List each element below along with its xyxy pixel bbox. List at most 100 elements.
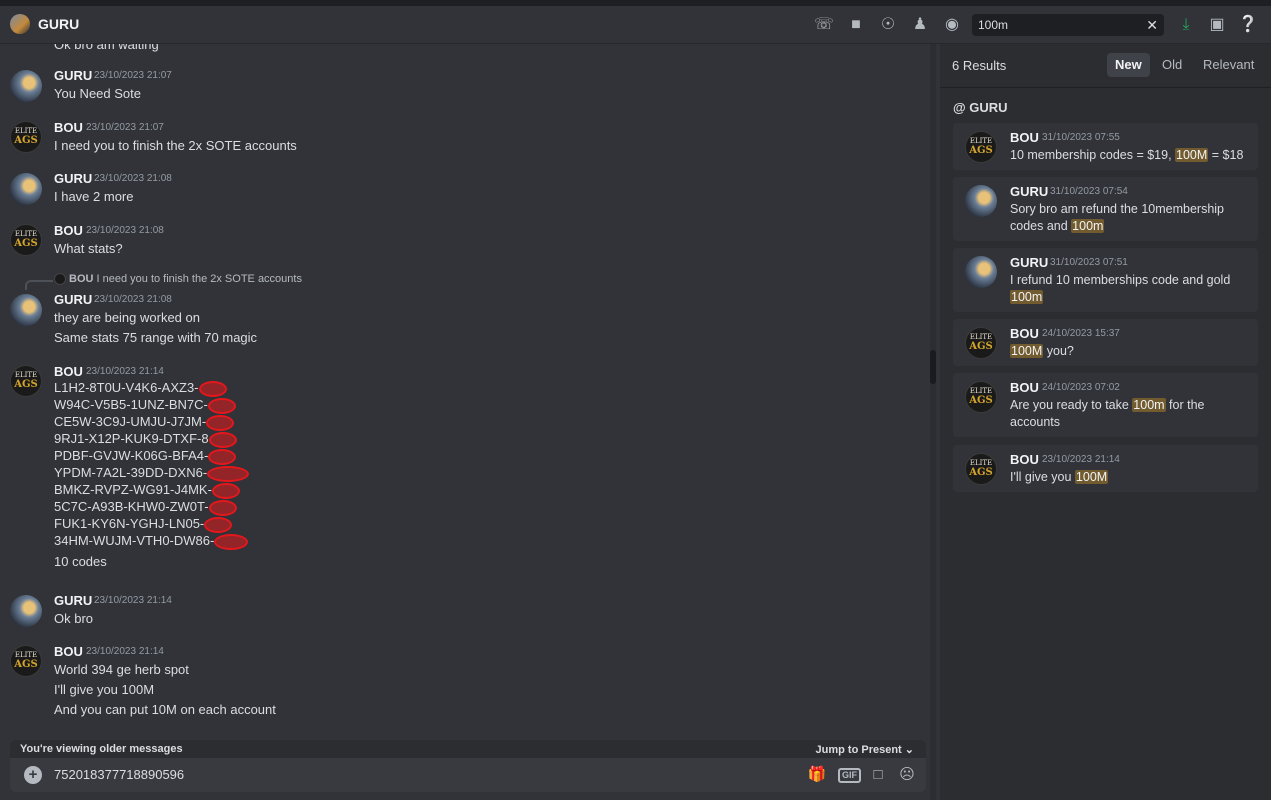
search-result[interactable]: ELITE AGS BOU 23/10/2023 21:14 I'll give… bbox=[953, 445, 1258, 492]
code-text: PDBF-GVJW-K06G-BFA4- bbox=[54, 448, 209, 463]
avatar-text: AGS bbox=[14, 659, 38, 670]
avatar-text: ELITE bbox=[14, 371, 38, 379]
avatar-text: ELITE bbox=[969, 387, 993, 395]
avatar: ELITE AGS bbox=[965, 453, 997, 485]
reply-preview[interactable]: BOU I need you to finish the 2x SOTE acc… bbox=[54, 273, 302, 286]
gif-button[interactable]: GIF bbox=[838, 768, 861, 783]
message-text: they are being worked on bbox=[54, 310, 200, 325]
text-part: I refund 10 memberships code and gold bbox=[1010, 273, 1231, 287]
avatar-text: ELITE bbox=[969, 333, 993, 341]
message-text: I'll give you 100M bbox=[54, 682, 155, 697]
message-author[interactable]: GURU bbox=[54, 292, 92, 307]
result-text: I'll give you 100M bbox=[1010, 469, 1250, 486]
message-timestamp: 23/10/2023 21:07 bbox=[94, 70, 172, 81]
avatar-text: AGS bbox=[969, 395, 993, 406]
sort-tab-old[interactable]: Old bbox=[1154, 53, 1190, 77]
chat-scrollbar[interactable] bbox=[930, 44, 936, 800]
search-value: 100m bbox=[978, 18, 1009, 32]
add-friend-icon[interactable]: ♟ bbox=[910, 15, 930, 35]
redaction-mark bbox=[208, 448, 237, 465]
avatar-text: AGS bbox=[14, 135, 38, 146]
result-author: GURU bbox=[1010, 255, 1049, 270]
download-icon[interactable]: ⤓ bbox=[1176, 15, 1196, 35]
message-list: Ok bro am waiting GURU 23/10/2023 21:07 … bbox=[0, 44, 930, 740]
avatar: ELITE AGS bbox=[965, 381, 997, 413]
search-input[interactable]: 100m ✕ bbox=[972, 14, 1164, 36]
pin-icon[interactable]: ☉ bbox=[878, 15, 898, 35]
reply-text: I need you to finish the 2x SOTE account… bbox=[96, 273, 302, 285]
message-text: I need you to finish the 2x SOTE account… bbox=[54, 138, 297, 153]
avatar-text: ELITE bbox=[14, 127, 38, 135]
search-highlight: 100m bbox=[1132, 398, 1166, 412]
user-profile-icon[interactable]: ◉ bbox=[942, 15, 962, 35]
video-call-icon[interactable]: ■ bbox=[846, 15, 866, 35]
inbox-icon[interactable]: ▣ bbox=[1207, 15, 1227, 35]
avatar: ELITE AGS bbox=[965, 327, 997, 359]
add-attachment-icon[interactable]: + bbox=[24, 766, 42, 784]
result-author: BOU bbox=[1010, 326, 1039, 341]
result-text: Sory bro am refund the 10membership code… bbox=[1010, 201, 1250, 235]
result-author: BOU bbox=[1010, 452, 1039, 467]
sticker-icon[interactable]: □ bbox=[868, 765, 888, 785]
clear-search-icon[interactable]: ✕ bbox=[1146, 14, 1158, 36]
search-result[interactable]: GURU 31/10/2023 07:51 I refund 10 member… bbox=[953, 248, 1258, 312]
message-author[interactable]: BOU bbox=[54, 364, 83, 379]
search-result[interactable]: ELITE AGS BOU 24/10/2023 15:37 100M you? bbox=[953, 319, 1258, 366]
gift-icon[interactable]: 🎁 bbox=[807, 765, 827, 785]
code-line: 9RJ1-X12P-KUK9-DTXF-8 bbox=[54, 431, 237, 448]
chevron-down-icon: ⌄ bbox=[904, 744, 914, 756]
message-text: Same stats 75 range with 70 magic bbox=[54, 330, 258, 345]
code-line: L1H2-8T0U-V4K6-AXZ3- bbox=[54, 380, 227, 397]
avatar[interactable]: ELITE AGS bbox=[10, 121, 42, 153]
message-author[interactable]: GURU bbox=[54, 593, 92, 608]
emoji-icon[interactable]: ☹ bbox=[897, 765, 917, 785]
message-author[interactable]: BOU bbox=[54, 644, 83, 659]
text-part: = $18 bbox=[1208, 148, 1244, 162]
result-text: 100M you? bbox=[1010, 343, 1250, 360]
message-author[interactable]: GURU bbox=[54, 171, 92, 186]
result-timestamp: 24/10/2023 07:02 bbox=[1042, 382, 1120, 393]
sort-tab-new[interactable]: New bbox=[1107, 53, 1150, 77]
search-result[interactable]: ELITE AGS BOU 24/10/2023 07:02 Are you r… bbox=[953, 373, 1258, 437]
result-timestamp: 24/10/2023 15:37 bbox=[1042, 328, 1120, 339]
message-author[interactable]: BOU bbox=[54, 120, 83, 135]
code-line: CE5W-3C9J-UMJU-J7JM- bbox=[54, 414, 235, 431]
search-result[interactable]: ELITE AGS BOU 31/10/2023 07:55 10 member… bbox=[953, 123, 1258, 170]
avatar-text: AGS bbox=[969, 145, 993, 156]
avatar[interactable] bbox=[10, 294, 42, 326]
avatar-text: ELITE bbox=[969, 459, 993, 467]
message-input[interactable]: + 752018377718890596 🎁 GIF □ ☹ bbox=[10, 758, 926, 792]
scrollbar-thumb[interactable] bbox=[930, 350, 936, 384]
redaction-mark bbox=[198, 380, 227, 397]
jump-to-present-button[interactable]: Jump to Present ⌄ bbox=[816, 743, 914, 756]
help-icon[interactable]: ❔ bbox=[1238, 15, 1258, 35]
avatar bbox=[965, 185, 997, 217]
message-author[interactable]: GURU bbox=[54, 68, 92, 83]
text-part: Are you ready to take bbox=[1010, 398, 1133, 412]
avatar bbox=[965, 256, 997, 288]
avatar-text: AGS bbox=[14, 238, 38, 249]
code-text: FUK1-KY6N-YGHJ-LN05- bbox=[54, 516, 205, 531]
text-part: 10 membership codes = $19, bbox=[1010, 148, 1176, 162]
results-channel-label: @ GURU bbox=[953, 100, 1008, 115]
message-text: World 394 ge herb spot bbox=[54, 662, 189, 677]
sort-tab-relevant[interactable]: Relevant bbox=[1195, 53, 1262, 77]
redaction-mark bbox=[207, 465, 250, 482]
jump-label: Jump to Present bbox=[815, 744, 902, 756]
search-result[interactable]: GURU 31/10/2023 07:54 Sory bro am refund… bbox=[953, 177, 1258, 241]
older-messages-label: You're viewing older messages bbox=[20, 743, 183, 755]
message-timestamp: 23/10/2023 21:14 bbox=[86, 366, 164, 377]
message-timestamp: 23/10/2023 21:14 bbox=[94, 595, 172, 606]
avatar[interactable]: ELITE AGS bbox=[10, 645, 42, 677]
message-author[interactable]: BOU bbox=[54, 223, 83, 238]
avatar[interactable]: ELITE AGS bbox=[10, 224, 42, 256]
avatar[interactable] bbox=[10, 70, 42, 102]
avatar[interactable]: ELITE AGS bbox=[10, 365, 42, 397]
avatar[interactable] bbox=[10, 595, 42, 627]
phone-call-icon[interactable]: ☏ bbox=[814, 15, 834, 35]
search-results-panel: 6 Results New Old Relevant @ GURU ELITE … bbox=[940, 44, 1271, 800]
dm-avatar bbox=[10, 14, 30, 34]
avatar[interactable] bbox=[10, 173, 42, 205]
result-timestamp: 31/10/2023 07:55 bbox=[1042, 132, 1120, 143]
search-highlight: 100m bbox=[1071, 219, 1105, 233]
